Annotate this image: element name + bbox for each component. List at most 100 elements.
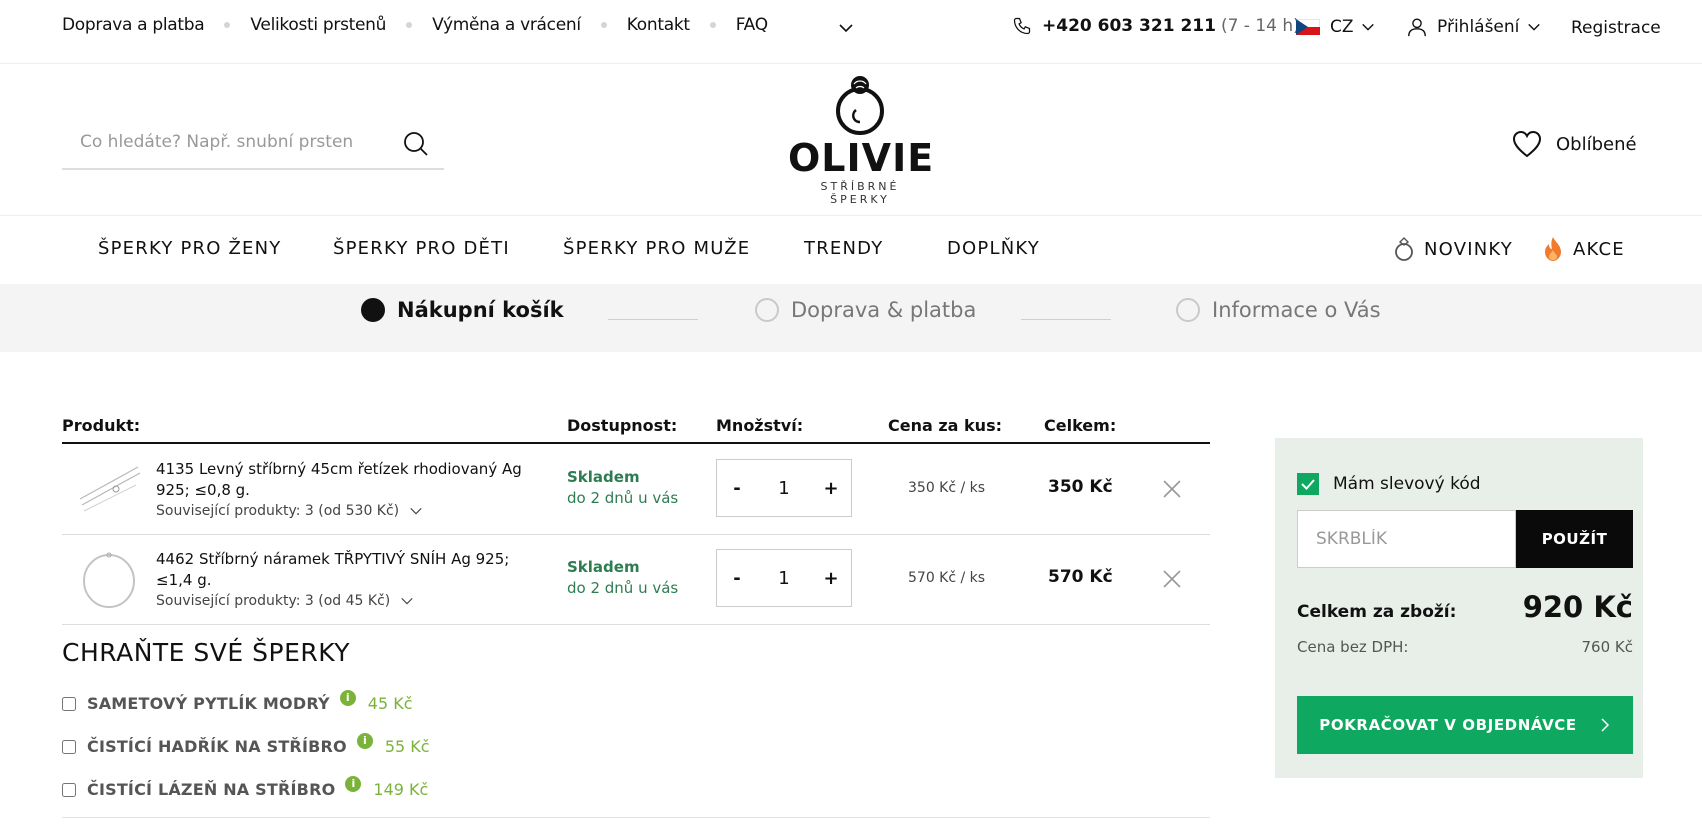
coupon-input[interactable] (1297, 510, 1516, 568)
nav-item-women[interactable]: ŠPERKY PRO ŽENY (98, 238, 281, 259)
chevron-down-icon[interactable] (838, 20, 854, 36)
language-code: CZ (1330, 17, 1354, 37)
related-products-toggle[interactable]: Související produkty: 3 (od 45 Kč) (156, 593, 414, 609)
coupon-toggle-label: Mám slevový kód (1333, 474, 1481, 494)
close-icon[interactable] (1162, 569, 1182, 589)
top-link-shipping[interactable]: Doprava a platba (62, 15, 205, 35)
step-info[interactable]: Informace o Vás (1176, 298, 1381, 322)
user-icon (1408, 18, 1426, 37)
chevron-down-icon (1528, 23, 1541, 31)
quantity-value[interactable]: 1 (757, 568, 811, 589)
step-cart[interactable]: Nákupní košík (361, 298, 564, 322)
addon-velvet-pouch[interactable]: SAMETOVÝ PYTLÍK MODRÝ i 45 Kč (62, 689, 413, 713)
unit-price: 350 Kč / ks (908, 480, 986, 496)
addon-checkbox[interactable] (62, 739, 76, 754)
col-product: Produkt: (62, 416, 141, 435)
price-without-vat-value: 760 Kč (1581, 638, 1633, 656)
addon-price: 149 Kč (373, 780, 429, 799)
step-indicator (755, 298, 779, 322)
increase-button[interactable]: + (811, 568, 851, 589)
site-header: OLIVIE STŘÍBRNÉ ŠPERKY Oblíbené (0, 64, 1702, 216)
addon-checkbox[interactable] (62, 696, 76, 711)
addon-name: ČISTÍCÍ HADŘÍK NA STŘÍBRO (87, 737, 347, 756)
phone-number: +420 603 321 211 (1042, 16, 1216, 36)
addon-checkbox[interactable] (62, 782, 76, 797)
step-shipping[interactable]: Doprava & platba (755, 298, 976, 322)
chevron-down-icon (401, 597, 413, 605)
separator-dot (709, 22, 716, 28)
quantity-stepper: - 1 + (716, 549, 852, 607)
chevron-right-icon (1601, 718, 1609, 732)
search-box (62, 120, 444, 170)
search-icon[interactable] (402, 130, 430, 158)
olivie-logo[interactable]: OLIVIE STŘÍBRNÉ ŠPERKY (788, 74, 935, 206)
checkout-steps: Nákupní košík Doprava & platba Informace… (0, 284, 1702, 352)
favorites-link[interactable]: Oblíbené (1512, 130, 1637, 158)
stock-status: Skladem (567, 558, 640, 576)
nav-new-label: NOVINKY (1424, 238, 1513, 260)
top-link-contact[interactable]: Kontakt (627, 15, 690, 35)
nav-item-new[interactable]: NOVINKY (1394, 236, 1513, 262)
checkmark-icon (1301, 479, 1315, 490)
product-name[interactable]: 4135 Levný stříbrný 45cm řetízek rhodiov… (156, 459, 532, 501)
login-menu[interactable]: Přihlášení (1406, 16, 1541, 38)
step-shipping-label: Doprava & platba (791, 298, 977, 322)
availability: Skladem do 2 dnů u vás (567, 557, 678, 599)
info-icon[interactable]: i (356, 732, 373, 749)
ring-icon (1395, 237, 1413, 261)
ring-rose-logo-icon (836, 76, 884, 135)
separator-dot (406, 22, 413, 28)
separator-dot (224, 22, 231, 28)
top-bar: Doprava a platba Velikosti prstenů Výměn… (0, 0, 1702, 64)
coupon-toggle[interactable]: Mám slevový kód (1297, 473, 1481, 495)
decrease-button[interactable]: - (717, 568, 757, 589)
search-input[interactable] (62, 120, 382, 164)
related-products-label: Související produkty: 3 (od 530 Kč) (156, 503, 400, 519)
delivery-time: do 2 dnů u vás (567, 579, 679, 597)
coupon-checkbox[interactable] (1297, 473, 1319, 495)
nav-item-kids[interactable]: ŠPERKY PRO DĚTI (333, 238, 510, 259)
info-icon[interactable]: i (345, 775, 362, 792)
goods-total-label: Celkem za zboží: (1297, 602, 1457, 622)
section-divider (62, 817, 1210, 818)
apply-coupon-button[interactable]: POUŽÍT (1516, 510, 1633, 568)
unit-price: 570 Kč / ks (908, 570, 986, 586)
top-links: Doprava a platba Velikosti prstenů Výměn… (62, 15, 768, 35)
addon-price: 55 Kč (384, 737, 430, 756)
continue-order-button[interactable]: POKRAČOVAT V OBJEDNÁVCE (1297, 696, 1633, 754)
chevron-down-icon (1361, 23, 1374, 31)
step-indicator-active (361, 298, 385, 322)
col-unit-price: Cena za kus: (888, 416, 1002, 435)
logo-wordmark: OLIVIE (788, 136, 935, 180)
necklace-thumbnail[interactable] (76, 459, 142, 521)
phone-contact[interactable]: +420 603 321 211 (7 - 14 h) (1012, 16, 1300, 36)
nav-item-trends[interactable]: TRENDY (804, 238, 883, 259)
quantity-value[interactable]: 1 (757, 478, 811, 499)
decrease-button[interactable]: - (717, 478, 757, 499)
bracelet-thumbnail[interactable] (76, 549, 142, 611)
addon-cleaning-cloth[interactable]: ČISTÍCÍ HADŘÍK NA STŘÍBRO i 55 Kč (62, 732, 430, 756)
nav-item-men[interactable]: ŠPERKY PRO MUŽE (563, 238, 750, 259)
top-link-ring-sizes[interactable]: Velikosti prstenů (250, 15, 386, 35)
addon-cleaning-bath[interactable]: ČISTÍCÍ LÁZEŇ NA STŘÍBRO i 149 Kč (62, 775, 429, 799)
stock-status: Skladem (567, 468, 640, 486)
delivery-time: do 2 dnů u vás (567, 489, 679, 507)
protect-section-title: CHRAŇTE SVÉ ŠPERKY (62, 638, 351, 667)
step-divider (608, 319, 698, 320)
top-link-returns[interactable]: Výměna a vrácení (432, 15, 581, 35)
product-name[interactable]: 4462 Stříbrný náramek TŘPYTIVÝ SNÍH Ag 9… (156, 549, 532, 591)
info-icon[interactable]: i (339, 689, 356, 706)
nav-item-sale[interactable]: AKCE (1543, 236, 1625, 262)
increase-button[interactable]: + (811, 478, 851, 499)
register-link[interactable]: Registrace (1571, 18, 1661, 38)
related-products-toggle[interactable]: Související produkty: 3 (od 530 Kč) (156, 503, 423, 519)
step-indicator (1176, 298, 1200, 322)
language-selector[interactable]: CZ (1296, 17, 1375, 37)
czech-flag-icon (1296, 19, 1320, 35)
top-link-faq[interactable]: FAQ (736, 15, 768, 35)
close-icon[interactable] (1162, 479, 1182, 499)
row-total: 570 Kč (1048, 567, 1113, 587)
cart-table-header: Produkt: Dostupnost: Množství: Cena za k… (62, 416, 1210, 444)
nav-item-accessories[interactable]: DOPLŇKY (947, 238, 1040, 259)
related-products-label: Související produkty: 3 (od 45 Kč) (156, 593, 391, 609)
